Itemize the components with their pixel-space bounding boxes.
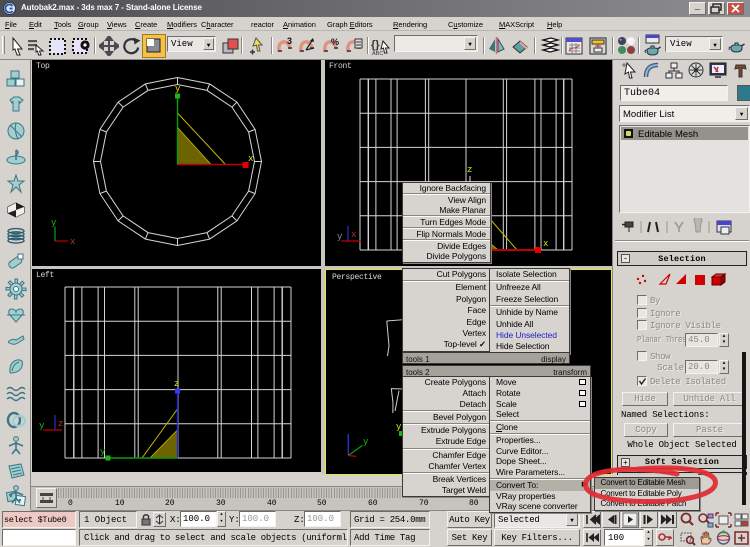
svg-text:z: z (467, 165, 472, 175)
svg-text:x: x (351, 230, 356, 240)
svg-text:x: x (543, 239, 548, 249)
svg-text:z: z (58, 419, 63, 429)
svg-text:y: y (175, 84, 181, 94)
svg-text:y: y (363, 437, 369, 447)
svg-text:z: z (174, 379, 179, 389)
svg-text:y: y (100, 447, 106, 457)
svg-text:x: x (70, 237, 75, 247)
svg-text:y: y (51, 218, 57, 228)
svg-text:x: x (248, 154, 253, 164)
svg-text:y: y (337, 232, 343, 242)
svg-text:y: y (39, 421, 45, 431)
